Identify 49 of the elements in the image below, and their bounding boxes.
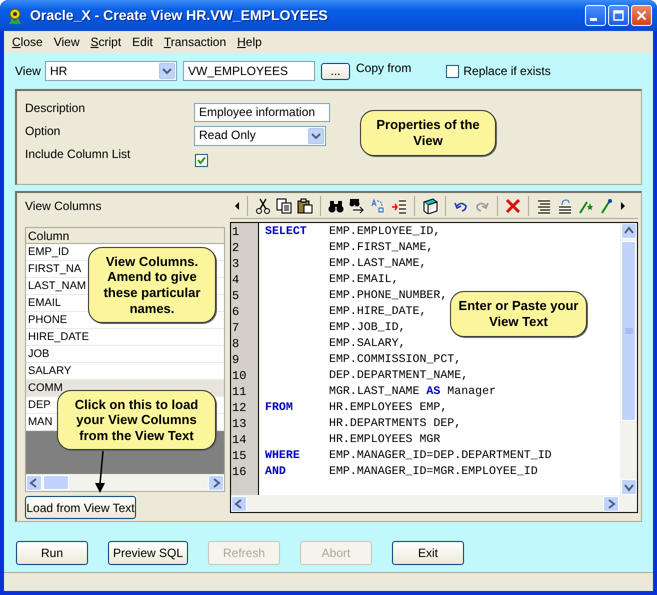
line-number: 14	[231, 432, 248, 448]
code-text: HR.EMPLOYEES EMP,	[329, 400, 448, 416]
code-text: EMP.JOB_ID,	[329, 320, 406, 336]
line-number: 10	[231, 368, 248, 384]
code-text: EMP.MANAGER_ID=MGR.EMPLOYEE_ID	[329, 464, 538, 480]
line-number: 13	[231, 416, 248, 432]
option-label: Option	[25, 124, 62, 138]
copy-from-label: Copy from	[356, 61, 412, 76]
line-number: 16	[231, 464, 248, 480]
sql-keyword: AND	[265, 464, 287, 480]
line-number: 8	[231, 336, 240, 352]
section-title: View Columns	[25, 199, 102, 214]
line-number: 11	[231, 384, 248, 400]
code-text: DEP.DEPARTMENT_NAME,	[329, 368, 468, 384]
code-text: EMP.LAST_NAME,	[329, 256, 426, 272]
replace-label: Replace if exists	[463, 64, 551, 78]
callout-tooltip: Enter or Paste your View Text	[450, 291, 587, 337]
description-label: Description	[25, 101, 86, 116]
line-number: 6	[231, 304, 240, 320]
line-number: 3	[231, 256, 240, 272]
line-number: 1	[231, 224, 240, 240]
code-text: EMP.SALARY,	[329, 336, 406, 352]
code-text: EMP.MANAGER_ID=DEP.DEPARTMENT_ID	[329, 448, 552, 464]
line-number: 7	[231, 320, 240, 336]
sql-keyword: FROM	[265, 400, 294, 416]
line-number: 9	[231, 352, 240, 368]
include-column-list-label: Include Column List	[25, 147, 132, 162]
callout-tooltip: View Columns. Amend to give these particular names.	[88, 247, 216, 323]
line-number: 15	[231, 448, 248, 464]
callout-tooltip: Properties of the View	[360, 110, 496, 156]
line-number: 5	[231, 288, 240, 304]
sql-keyword: WHERE	[265, 448, 301, 464]
code-text: MGR.LAST_NAME AS Manager	[329, 384, 496, 400]
code-text: EMP.COMMISSION_PCT,	[329, 352, 462, 368]
code-text: EMP.PHONE_NUMBER,	[329, 288, 448, 304]
code-text: EMP.EMAIL,	[329, 272, 399, 288]
line-number: 2	[231, 240, 240, 256]
view-label: View	[15, 64, 42, 78]
line-number: 4	[231, 272, 240, 288]
code-text: HR.DEPARTMENTS DEP,	[329, 416, 462, 432]
code-text: EMP.FIRST_NAME,	[329, 240, 434, 256]
column-header: Column	[26, 228, 224, 244]
window-title: Oracle_X - Create View HR.VW_EMPLOYEES	[30, 7, 329, 24]
code-text: EMP.EMPLOYEE_ID,	[329, 224, 440, 240]
sql-keyword: SELECT	[265, 224, 308, 240]
code-text: EMP.HIRE_DATE,	[329, 304, 426, 320]
callout-tooltip: Click on this to load your View Columns from the View Text	[57, 390, 216, 450]
line-number: 12	[231, 400, 248, 416]
code-text: HR.EMPLOYEES MGR	[329, 432, 440, 448]
